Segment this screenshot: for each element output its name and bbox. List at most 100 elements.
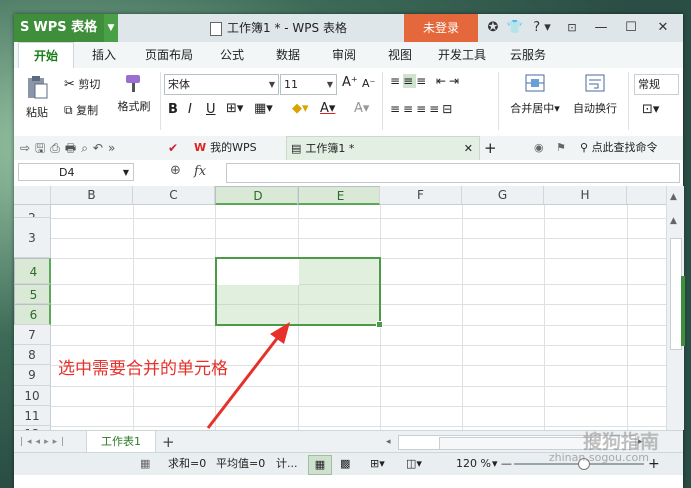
format-painter-button[interactable]: 格式刷 [114,72,154,114]
row-header-3[interactable]: 3 [14,218,51,258]
reading-view-icon[interactable]: ⊞▾ [370,453,385,475]
add-sheet-icon[interactable]: + [162,431,175,453]
close-tab-icon[interactable]: ✕ [464,137,473,161]
insert-function-button[interactable]: fx [194,164,206,179]
new-tab-icon[interactable]: + [484,136,498,160]
quick-access-bar: ⇨🖫⎙🖶⌕↶» ✔ W 我的WPS ▤ 工作簿1 * ✕ + ◉ ⚑ ⚲ 点此查找命… [14,136,683,161]
underline-button[interactable]: U [206,102,216,117]
divider [160,72,161,130]
shirt-icon[interactable]: 👕 [506,14,524,42]
column-header-b[interactable]: B [51,186,133,205]
column-header-f[interactable]: F [380,186,462,205]
tab-insert[interactable]: 插入 [76,42,132,68]
horizontal-align-icons[interactable]: ≡≡≡≡⊟ [390,102,455,116]
row-header-9[interactable]: 9 [14,365,51,386]
login-button[interactable]: 未登录 [404,14,478,42]
font-color-icon[interactable]: A▾ [320,101,335,116]
normal-view-icon[interactable]: ▦ [308,455,332,475]
tab-page-layout[interactable]: 页面布局 [136,42,202,68]
row-header-7[interactable]: 7 [14,325,51,345]
sheet-tab-1[interactable]: 工作表1 [86,431,156,454]
tab-formulas[interactable]: 公式 [206,42,258,68]
phonetic-icon[interactable]: A̵▾ [354,101,369,116]
backup-icon[interactable]: ◉ [534,136,548,160]
horizontal-scroll-thumb[interactable] [439,437,591,450]
select-all-corner[interactable] [14,186,51,205]
scroll-up-icon[interactable]: ▲ [670,216,677,226]
maximize-icon[interactable]: ☐ [618,14,644,42]
my-wps-tab[interactable]: W 我的WPS [190,136,284,160]
cut-button[interactable]: ✂ 剪切 [64,76,100,92]
active-cell-d4[interactable] [217,259,299,285]
zoom-level[interactable]: 120 % [456,453,491,475]
sheet-doc-icon: ▤ [291,142,302,155]
grow-font-button[interactable]: A⁺ [342,75,358,90]
share-icon[interactable]: ⚑ [556,136,570,160]
zoom-out-icon[interactable]: ▾ — [492,453,512,475]
tab-cloud-service[interactable]: 云服务 [498,42,558,68]
tab-view[interactable]: 视图 [374,42,426,68]
divider [628,72,629,130]
zoom-formula-icon[interactable]: ⊕ [170,163,181,178]
document-tab[interactable]: ▤ 工作簿1 * ✕ [286,136,480,161]
fill-handle[interactable] [376,321,383,328]
bold-button[interactable]: B [168,102,178,117]
wrap-text-button[interactable]: 自动换行 [570,72,620,116]
vertical-scrollbar[interactable]: ▲ ▲ [666,186,685,430]
pin-icon[interactable]: ✔ [168,136,178,160]
scroll-top-icon[interactable]: ▲ [670,192,677,202]
chevron-down-icon[interactable]: ▼ [104,14,118,42]
eye-protection-icon[interactable]: ◫▾ [406,453,422,475]
column-header-c[interactable]: C [133,186,215,205]
help-button[interactable]: ? ▾ [528,14,556,42]
minimize-icon[interactable]: — [588,14,614,42]
row-header-11[interactable]: 11 [14,406,51,426]
app-menu-button[interactable]: S WPS 表格 ▼ [14,14,118,42]
skin-icon[interactable]: ✪ [484,14,502,42]
side-panel-handle[interactable] [681,276,685,346]
close-icon[interactable]: ✕ [648,14,678,42]
italic-button[interactable]: I [188,102,192,117]
find-command-box[interactable]: ⚲ 点此查找命令 [580,136,680,160]
font-name-select[interactable]: 宋体 ▼ [164,74,279,95]
page-break-view-icon[interactable]: ▩ [340,453,350,475]
name-box[interactable]: D4 ▼ [18,163,134,181]
column-header-d[interactable]: D [215,186,298,205]
number-format-select[interactable]: 常规 [634,74,679,95]
tab-home[interactable]: 开始 [18,42,74,69]
tab-developer[interactable]: 开发工具 [430,42,494,68]
status-sheet-icon[interactable]: ▦ [140,453,150,475]
zoom-in-icon[interactable]: + [648,453,660,475]
row-header-6[interactable]: 6 [14,304,51,325]
formula-input[interactable] [226,163,680,183]
vertical-align-icons[interactable]: ≡≡≡ ⇤⇥ [390,74,462,88]
row-header-10[interactable]: 10 [14,386,51,406]
paste-button[interactable]: 粘贴 [22,74,52,130]
quick-access-icons[interactable]: ⇨🖫⎙🖶⌕↶» [20,136,120,160]
currency-icon[interactable]: ⊡▾ [642,102,659,117]
wrap-text-label: 自动换行 [573,102,617,115]
column-header-e[interactable]: E [298,186,380,205]
merge-center-button[interactable]: 合并居中▾ [506,72,564,116]
font-size-select[interactable]: 11 ▼ [280,74,337,95]
sheet-nav-icons[interactable]: |◂◂▸▸| [20,431,68,453]
row-header-2[interactable]: 2 [14,205,51,218]
copy-button[interactable]: ⧉ 复制 [64,102,98,118]
border-style-icon[interactable]: ▦▾ [254,101,273,116]
tab-data[interactable]: 数据 [262,42,314,68]
divider [382,72,383,130]
borders-icon[interactable]: ⊞▾ [226,101,243,116]
scroll-left-icon[interactable]: ◂ [386,431,391,453]
row-header-5[interactable]: 5 [14,284,51,304]
find-command-label: 点此查找命令 [591,141,658,154]
column-header-h[interactable]: H [544,186,627,205]
number-format-value: 常规 [638,78,660,91]
fill-color-icon[interactable]: ◆▾ [292,101,309,116]
shrink-font-button[interactable]: A⁻ [362,77,375,90]
ribbon-tab-bar: 开始 插入 页面布局 公式 数据 审阅 视图 开发工具 云服务 [14,42,683,69]
row-header-8[interactable]: 8 [14,345,51,365]
column-header-g[interactable]: G [462,186,544,205]
restore-window-icon[interactable]: ⊡ [560,14,584,42]
tab-review[interactable]: 审阅 [318,42,370,68]
row-header-4[interactable]: 4 [14,258,51,284]
